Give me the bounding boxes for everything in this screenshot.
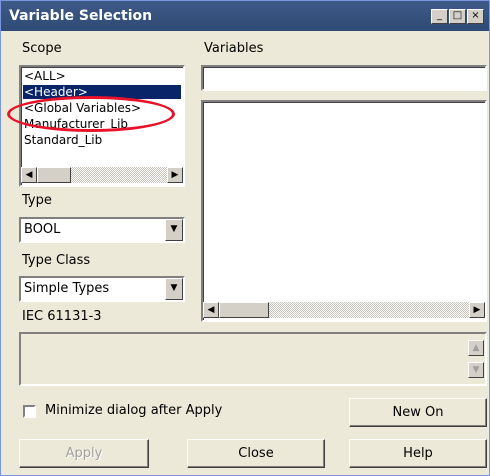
close-button[interactable]: Close: [187, 439, 325, 468]
iec-description-box: ▲ ▼: [19, 332, 487, 386]
variables-filter-input[interactable]: [201, 65, 487, 91]
scroll-down-icon: ▼: [468, 362, 484, 378]
scrollbar-thumb[interactable]: [37, 167, 71, 183]
close-window-button[interactable]: ×: [467, 9, 484, 24]
scroll-left-icon[interactable]: ◀: [21, 167, 37, 183]
minimize-after-apply-checkbox[interactable]: [23, 405, 36, 418]
maximize-button[interactable]: □: [449, 9, 466, 24]
type-combobox[interactable]: BOOL ▼: [19, 217, 185, 243]
new-on-button[interactable]: New On: [349, 398, 487, 427]
iec-label: IEC 61131-3: [22, 309, 102, 324]
type-class-label: Type Class: [22, 253, 91, 268]
title-bar[interactable]: Variable Selection _ □ ×: [1, 1, 489, 31]
type-class-value: Simple Types: [24, 281, 110, 296]
window-title: Variable Selection: [9, 8, 153, 24]
scroll-right-icon[interactable]: ▶: [167, 167, 183, 183]
scroll-right-icon[interactable]: ▶: [469, 302, 485, 318]
variables-horizontal-scrollbar[interactable]: ◀ ▶: [203, 302, 485, 318]
scope-label: Scope: [22, 41, 62, 56]
variables-listbox[interactable]: ◀ ▶: [201, 100, 487, 322]
help-button[interactable]: Help: [349, 439, 487, 468]
scrollbar-track[interactable]: [269, 302, 469, 318]
scroll-left-icon[interactable]: ◀: [203, 302, 219, 318]
variables-label: Variables: [204, 41, 264, 56]
scrollbar-track[interactable]: [71, 167, 167, 183]
scroll-up-icon: ▲: [468, 340, 484, 356]
type-class-combobox[interactable]: Simple Types ▼: [19, 276, 185, 302]
scope-item-all[interactable]: <ALL>: [24, 69, 66, 83]
variable-selection-dialog: Variable Selection _ □ × Scope <ALL> <He…: [0, 0, 490, 476]
type-value: BOOL: [24, 222, 61, 237]
scope-horizontal-scrollbar[interactable]: ◀ ▶: [21, 167, 183, 183]
chevron-down-icon[interactable]: ▼: [165, 278, 183, 300]
minimize-button[interactable]: _: [431, 9, 448, 24]
minimize-after-apply-label: Minimize dialog after Apply: [45, 403, 223, 418]
type-label: Type: [22, 193, 52, 208]
apply-button[interactable]: Apply: [19, 439, 149, 468]
iec-vertical-scrollbar: ▲ ▼: [468, 335, 484, 383]
scope-item-standard-lib[interactable]: Standard_Lib: [24, 133, 102, 147]
scrollbar-thumb[interactable]: [219, 302, 269, 318]
chevron-down-icon[interactable]: ▼: [165, 219, 183, 241]
annotation-ellipse: [7, 96, 175, 132]
